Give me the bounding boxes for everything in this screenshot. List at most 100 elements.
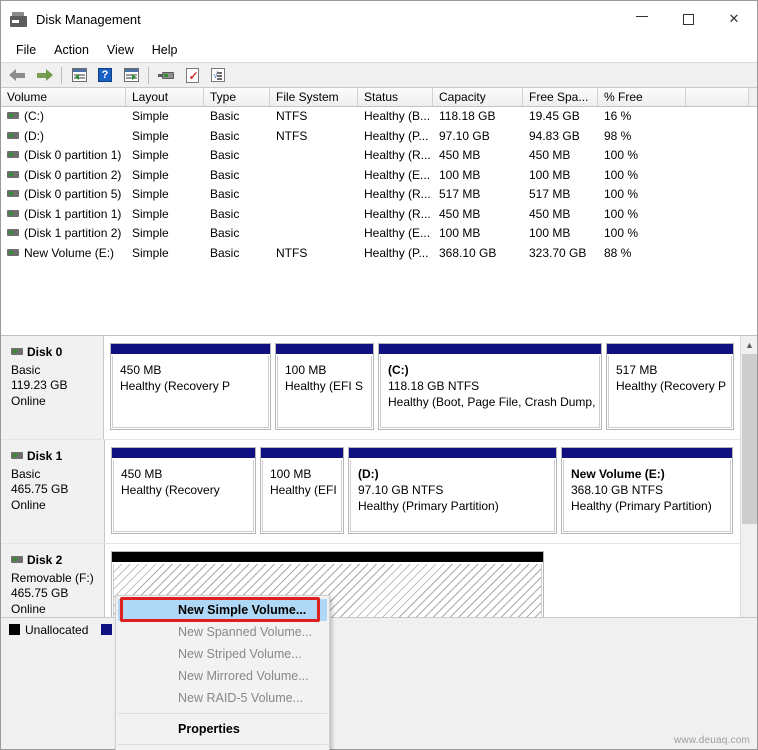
close-button[interactable]: ✕ <box>711 1 757 37</box>
volume-cell-free: 100 MB <box>523 166 598 185</box>
volume-row[interactable]: (Disk 0 partition 5)SimpleBasicHealthy (… <box>1 185 757 205</box>
volume-cell-type: Basic <box>204 224 270 243</box>
disk-partition[interactable]: 100 MBHealthy (EFI <box>260 447 344 534</box>
scroll-up-button[interactable]: ▲ <box>741 336 757 353</box>
properties-button[interactable]: ✓ <box>180 64 204 86</box>
disk-partition[interactable]: 450 MBHealthy (Recovery <box>111 447 256 534</box>
volume-row[interactable]: (Disk 0 partition 2)SimpleBasicHealthy (… <box>1 166 757 186</box>
show-hide-action-pane-button[interactable] <box>119 64 143 86</box>
disk-partition[interactable]: (C:)118.18 GB NTFSHealthy (Boot, Page Fi… <box>378 343 602 430</box>
disk-size: 465.75 GB <box>11 482 104 498</box>
volume-cell-status: Healthy (P... <box>358 244 433 263</box>
disk-name: Disk 0 <box>11 345 103 361</box>
partition-capacity-bar <box>562 448 732 459</box>
partition-size: 97.10 GB NTFS <box>358 482 548 498</box>
volume-cell-type: Basic <box>204 205 270 224</box>
partition-status: Healthy (EFI S <box>285 378 365 394</box>
volume-cell-status: Healthy (E... <box>358 166 433 185</box>
context-menu-item[interactable]: Properties <box>116 718 329 740</box>
volume-cell-capacity: 97.10 GB <box>433 127 523 146</box>
volume-icon <box>7 190 19 197</box>
disk-name-label: Disk 1 <box>27 449 62 463</box>
menu-bar: File Action View Help <box>1 37 757 62</box>
disk-icon <box>11 556 23 563</box>
disk-partition[interactable]: New Volume (E:)368.10 GB NTFSHealthy (Pr… <box>561 447 733 534</box>
action-list-icon: √ <box>211 68 225 82</box>
volume-list-pane: VolumeLayoutTypeFile SystemStatusCapacit… <box>1 88 757 336</box>
scrollbar-thumb[interactable] <box>742 354 757 524</box>
volume-column-header[interactable]: File System <box>270 88 358 106</box>
volume-column-header[interactable] <box>686 88 749 106</box>
disk-info-panel[interactable]: Disk 0Basic119.23 GBOnline <box>1 336 104 439</box>
volume-cell-type: Basic <box>204 185 270 204</box>
rescan-disks-icon <box>158 69 175 82</box>
volume-row[interactable]: (Disk 1 partition 1)SimpleBasicHealthy (… <box>1 205 757 225</box>
partition-capacity-bar <box>607 344 733 355</box>
volume-column-header[interactable]: Layout <box>126 88 204 106</box>
toolbar: ? ✓ √ <box>1 62 757 88</box>
disk-partition[interactable]: 100 MBHealthy (EFI S <box>275 343 374 430</box>
disk-partition-area: 450 MBHealthy (Recovery100 MBHealthy (EF… <box>105 440 740 543</box>
volume-label: (Disk 0 partition 2) <box>24 168 121 182</box>
volume-column-header[interactable]: % Free <box>598 88 686 106</box>
partition-status: Healthy (Primary Partition) <box>358 498 548 514</box>
volume-cell-pct: 98 % <box>598 127 686 146</box>
volume-cell-capacity: 368.10 GB <box>433 244 523 263</box>
volume-cell-status: Healthy (P... <box>358 127 433 146</box>
volume-cell-capacity: 100 MB <box>433 224 523 243</box>
volume-row[interactable]: New Volume (E:)SimpleBasicNTFSHealthy (P… <box>1 244 757 264</box>
context-menu-item: New RAID-5 Volume... <box>116 687 329 709</box>
partition-status: Healthy (Recovery P <box>616 378 725 394</box>
disk-icon <box>11 452 23 459</box>
volume-row[interactable]: (Disk 0 partition 1)SimpleBasicHealthy (… <box>1 146 757 166</box>
volume-column-header[interactable]: Type <box>204 88 270 106</box>
volume-icon <box>7 210 19 217</box>
volume-cell-fs: NTFS <box>270 107 358 126</box>
volume-cell-layout: Simple <box>126 127 204 146</box>
volume-row[interactable]: (C:)SimpleBasicNTFSHealthy (B...118.18 G… <box>1 107 757 127</box>
disk-partition[interactable]: 450 MBHealthy (Recovery P <box>110 343 271 430</box>
show-hide-console-tree-button[interactable] <box>67 64 91 86</box>
volume-cell-free: 450 MB <box>523 146 598 165</box>
help-button[interactable]: ? <box>93 64 117 86</box>
context-menu-item[interactable]: New Simple Volume... <box>118 599 327 621</box>
disk-partition-area: 450 MBHealthy (Recovery P100 MBHealthy (… <box>104 336 740 439</box>
volume-cell-free: 323.70 GB <box>523 244 598 263</box>
graphical-view-scrollbar[interactable]: ▲ ▼ <box>740 336 757 641</box>
rescan-disks-button[interactable] <box>154 64 178 86</box>
disk-partition[interactable]: (D:)97.10 GB NTFSHealthy (Primary Partit… <box>348 447 557 534</box>
actions-button[interactable]: √ <box>206 64 230 86</box>
volume-column-header[interactable]: Capacity <box>433 88 523 106</box>
volume-cell-layout: Simple <box>126 205 204 224</box>
volume-row[interactable]: (Disk 1 partition 2)SimpleBasicHealthy (… <box>1 224 757 244</box>
volume-column-header[interactable]: Volume <box>1 88 126 106</box>
volume-label: (Disk 0 partition 5) <box>24 187 121 201</box>
partition-title: (C:) <box>388 362 593 378</box>
legend-label: Unallocated <box>25 623 88 637</box>
volume-row[interactable]: (D:)SimpleBasicNTFSHealthy (P...97.10 GB… <box>1 127 757 147</box>
volume-column-header[interactable]: Free Spa... <box>523 88 598 106</box>
disk-type: Removable (F:) <box>11 571 104 587</box>
minimize-button[interactable] <box>619 1 665 37</box>
volume-cell-pct: 100 % <box>598 185 686 204</box>
partition-capacity-bar <box>261 448 343 459</box>
partition-size: 368.10 GB NTFS <box>571 482 724 498</box>
menu-file[interactable]: File <box>7 40 45 60</box>
disk-name: Disk 1 <box>11 449 104 465</box>
menu-help[interactable]: Help <box>143 40 187 60</box>
menu-action[interactable]: Action <box>45 40 98 60</box>
disk-type: Basic <box>11 363 103 379</box>
volume-cell-pct: 88 % <box>598 244 686 263</box>
context-menu-separator <box>118 744 327 745</box>
volume-cell-status: Healthy (B... <box>358 107 433 126</box>
disk-info-panel[interactable]: Disk 1Basic465.75 GBOnline <box>1 440 105 543</box>
menu-view[interactable]: View <box>98 40 143 60</box>
maximize-button[interactable] <box>665 1 711 37</box>
disk-partition[interactable]: 517 MBHealthy (Recovery P <box>606 343 734 430</box>
back-button[interactable] <box>6 64 30 86</box>
partition-details: 517 MBHealthy (Recovery P <box>608 356 732 428</box>
forward-button[interactable] <box>32 64 56 86</box>
volume-cell-layout: Simple <box>126 224 204 243</box>
context-menu-item: New Spanned Volume... <box>116 621 329 643</box>
volume-column-header[interactable]: Status <box>358 88 433 106</box>
